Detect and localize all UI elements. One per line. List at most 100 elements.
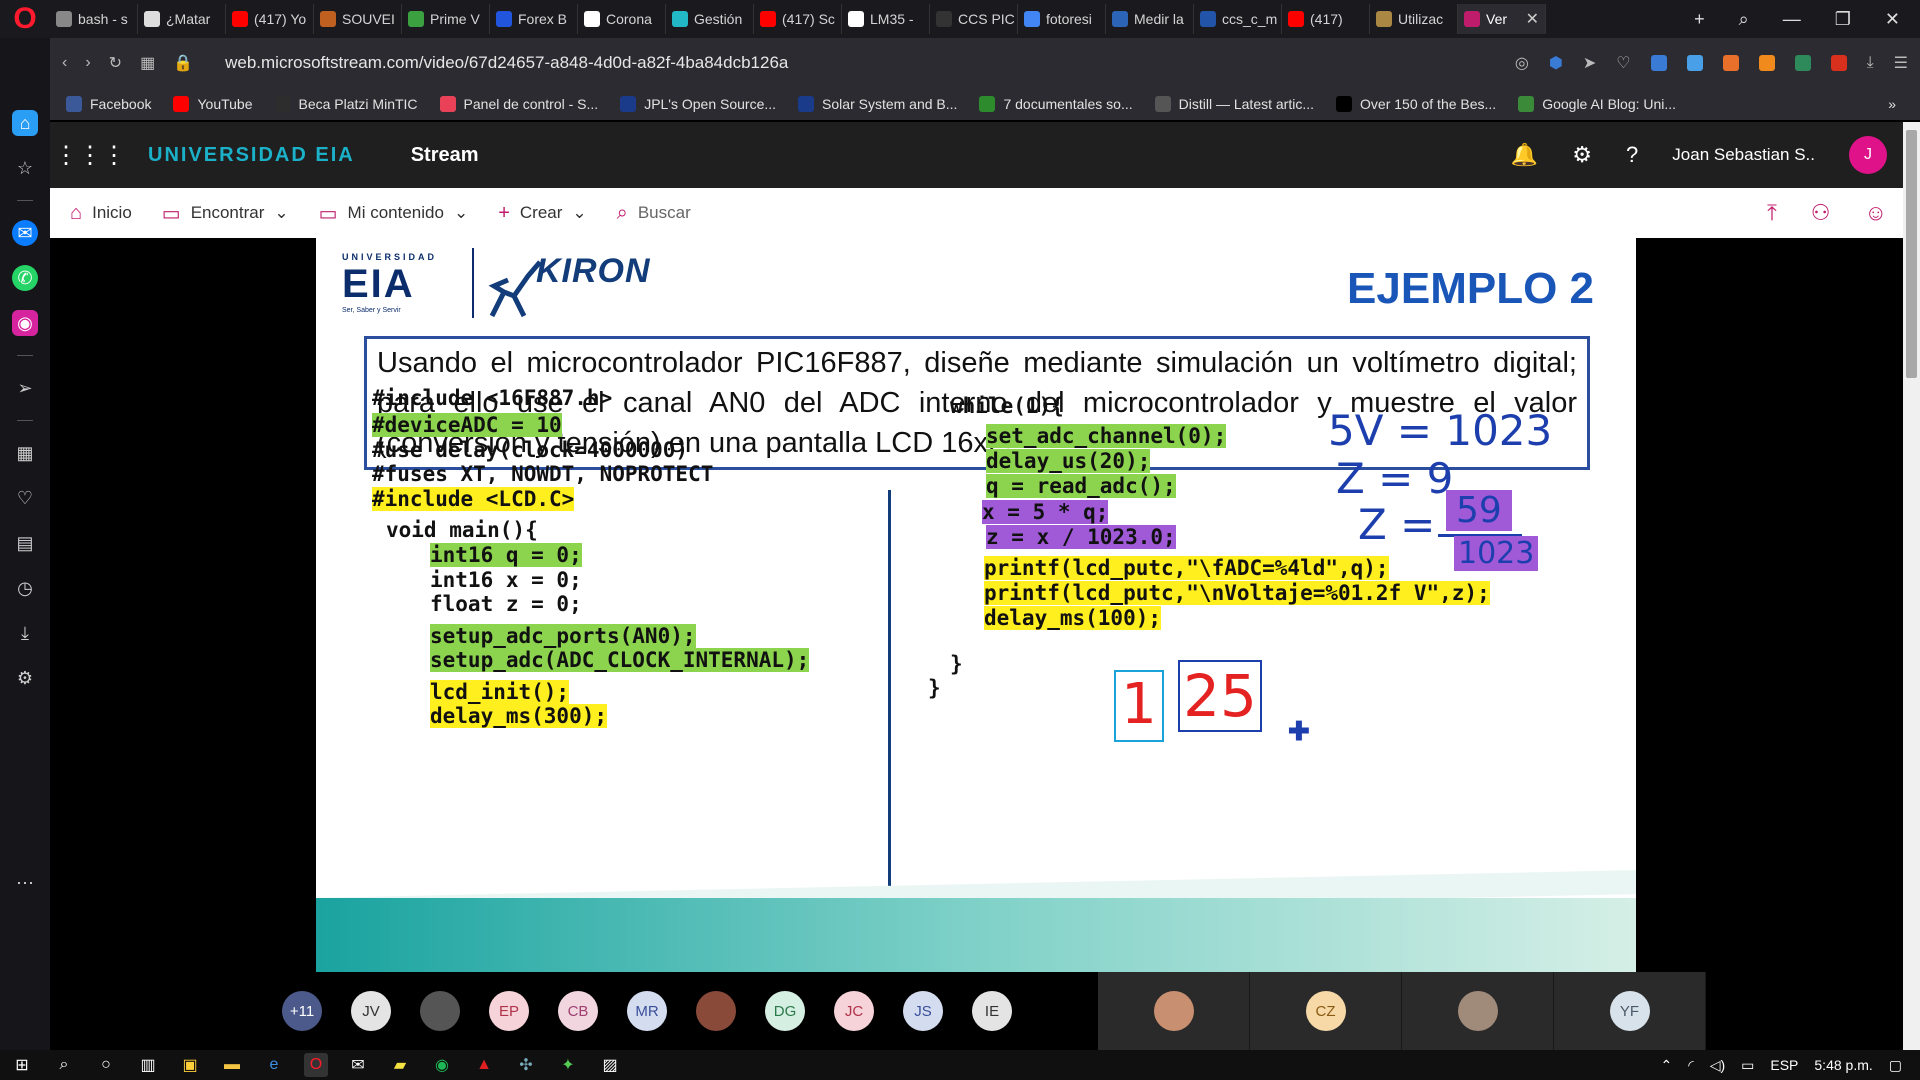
participant-avatar[interactable]: JC xyxy=(834,991,874,1031)
spotify-icon[interactable]: ◉ xyxy=(430,1053,454,1077)
nav-home[interactable]: ⌂ Inicio xyxy=(70,202,132,225)
bookmark-item[interactable]: Beca Platzi MinTIC xyxy=(274,96,418,112)
participant-avatar[interactable]: JV xyxy=(351,991,391,1031)
upload-icon[interactable]: ⤒ xyxy=(1767,200,1777,226)
search-tabs-icon[interactable]: ⌕ xyxy=(1739,9,1749,30)
app-launcher-icon[interactable]: ⋮⋮⋮ xyxy=(50,141,130,170)
photos-icon[interactable]: ▨ xyxy=(598,1053,622,1077)
page-scrollbar[interactable] xyxy=(1903,122,1920,1050)
bookmark-item[interactable]: Panel de control - S... xyxy=(439,96,598,112)
history-icon[interactable]: ◷ xyxy=(12,575,38,601)
browser-tab[interactable]: (417) Yo xyxy=(226,4,314,34)
avatar[interactable]: J xyxy=(1849,136,1887,174)
app-green-icon[interactable]: ✦ xyxy=(556,1053,580,1077)
send-icon[interactable]: ➤ xyxy=(1583,53,1596,73)
bookmark-item[interactable]: JPL's Open Source... xyxy=(620,96,776,112)
browser-tab[interactable]: fotoresi xyxy=(1018,4,1106,34)
user-name[interactable]: Joan Sebastian S.. xyxy=(1672,145,1815,165)
url-field[interactable]: web.microsoftstream.com/video/67d24657-a… xyxy=(225,53,788,73)
menu-icon[interactable]: ☰ xyxy=(1894,53,1908,73)
extension-orange2-icon[interactable] xyxy=(1758,55,1775,71)
browser-tab[interactable]: SOUVEI xyxy=(314,4,402,34)
browser-tab[interactable]: (417) xyxy=(1282,4,1370,34)
browser-tab[interactable]: Utilizac xyxy=(1370,4,1458,34)
nav-discover[interactable]: ▭ Encontrar ⌄ xyxy=(162,201,289,226)
restore-icon[interactable]: ❐ xyxy=(1835,9,1851,30)
browser-tab[interactable]: ¿Matar xyxy=(138,4,226,34)
battery-icon[interactable]: ▭ xyxy=(1741,1057,1754,1074)
bell-icon[interactable]: 🔔 xyxy=(1511,142,1538,168)
smiley-icon[interactable]: ☺ xyxy=(1865,200,1887,226)
search-box[interactable]: ⌕ Buscar xyxy=(617,202,691,225)
participant-avatar[interactable]: MR xyxy=(627,991,667,1031)
more-participants[interactable]: +11 xyxy=(282,991,322,1031)
org-name[interactable]: UNIVERSIDAD EIA xyxy=(148,144,355,167)
add-person-icon[interactable]: ⚇ xyxy=(1811,200,1831,226)
browser-tab[interactable]: Gestión xyxy=(666,4,754,34)
wifi-icon[interactable]: ◜ xyxy=(1688,1057,1693,1074)
translate-extension-icon[interactable] xyxy=(1650,55,1667,71)
windows-start-icon[interactable]: ⊞ xyxy=(10,1053,34,1077)
participant-avatar[interactable]: EP xyxy=(489,991,529,1031)
gear-icon[interactable]: ⚙ xyxy=(1572,142,1592,168)
search-icon[interactable]: ⌕ xyxy=(52,1053,76,1077)
browser-tab[interactable]: ccs_c_m xyxy=(1194,4,1282,34)
extension-orange-icon[interactable] xyxy=(1722,55,1739,71)
back-icon[interactable]: ‹ xyxy=(62,54,67,72)
settings-icon[interactable]: ⚙ xyxy=(12,665,38,691)
participant-avatar[interactable]: JS xyxy=(903,991,943,1031)
file-explorer-icon[interactable]: ▬ xyxy=(220,1053,244,1077)
minimize-icon[interactable]: — xyxy=(1783,9,1801,30)
bookmark-item[interactable]: Over 150 of the Bes... xyxy=(1336,96,1496,112)
news-icon[interactable]: ▤ xyxy=(12,530,38,556)
more-bookmarks-icon[interactable]: » xyxy=(1888,96,1920,112)
scrollbar-thumb[interactable] xyxy=(1906,130,1917,378)
browser-tab[interactable]: (417) Sc xyxy=(754,4,842,34)
acrobat-icon[interactable]: ▲ xyxy=(472,1053,496,1077)
help-icon[interactable]: ? xyxy=(1626,142,1638,168)
bookmark-item[interactable]: Distill — Latest artic... xyxy=(1154,96,1314,112)
volume-icon[interactable]: ◁) xyxy=(1710,1057,1725,1074)
close-tab-icon[interactable]: ✕ xyxy=(1526,9,1539,29)
stream-title[interactable]: Stream xyxy=(411,144,479,167)
participant-avatar[interactable] xyxy=(420,991,460,1031)
more-icon[interactable]: ⋯ xyxy=(12,870,38,896)
heart-icon[interactable]: ♡ xyxy=(12,485,38,511)
chevron-up-icon[interactable]: ⌃ xyxy=(1661,1057,1673,1074)
participant-avatar[interactable]: DG xyxy=(765,991,805,1031)
participant-tile[interactable]: CZ xyxy=(1250,972,1402,1050)
extension-red-icon[interactable] xyxy=(1830,55,1847,71)
instagram-icon[interactable]: ◉ xyxy=(12,310,38,336)
task-view-icon[interactable]: ▥ xyxy=(136,1053,160,1077)
browser-tab[interactable]: CCS PIC xyxy=(930,4,1018,34)
forward-icon[interactable]: › xyxy=(85,54,90,72)
reload-icon[interactable]: ↻ xyxy=(109,53,122,73)
cortana-icon[interactable]: ○ xyxy=(94,1053,118,1077)
sticky-notes-icon[interactable]: ▰ xyxy=(388,1053,412,1077)
edge-icon[interactable]: e xyxy=(262,1053,286,1077)
download-icon[interactable]: ⤓ xyxy=(1867,54,1874,72)
participant-avatar[interactable]: IE xyxy=(972,991,1012,1031)
participant-tile[interactable] xyxy=(1402,972,1554,1050)
clock[interactable]: 5:48 p.m. xyxy=(1814,1057,1872,1073)
browser-tab[interactable]: Ver ✕ xyxy=(1458,4,1546,34)
opera-logo-icon[interactable]: O xyxy=(0,0,50,38)
browser-tab[interactable]: LM35 - xyxy=(842,4,930,34)
new-tab-icon[interactable]: + xyxy=(1694,9,1705,30)
bookmark-item[interactable]: 7 documentales so... xyxy=(979,96,1133,112)
nav-create[interactable]: + Crear ⌄ xyxy=(498,202,586,225)
browser-tab[interactable]: Corona xyxy=(578,4,666,34)
home-icon[interactable]: ⌂ xyxy=(12,110,38,136)
notifications-icon[interactable]: ▢ xyxy=(1889,1057,1902,1074)
shield-icon[interactable]: ⬢ xyxy=(1549,53,1563,73)
send-icon[interactable]: ➢ xyxy=(12,375,38,401)
participant-avatar[interactable]: CB xyxy=(558,991,598,1031)
bookmark-item[interactable]: Google AI Blog: Uni... xyxy=(1518,96,1676,112)
heart-icon[interactable]: ♡ xyxy=(1616,53,1630,73)
nav-my-content[interactable]: ▭ Mi contenido ⌄ xyxy=(319,201,469,226)
browser-tab[interactable]: Prime V xyxy=(402,4,490,34)
browser-tab[interactable]: Medir la xyxy=(1106,4,1194,34)
messenger-icon[interactable]: ✉ xyxy=(12,220,38,246)
download-icon[interactable]: ⤓ xyxy=(12,620,38,646)
participant-tile[interactable]: YF xyxy=(1554,972,1706,1050)
